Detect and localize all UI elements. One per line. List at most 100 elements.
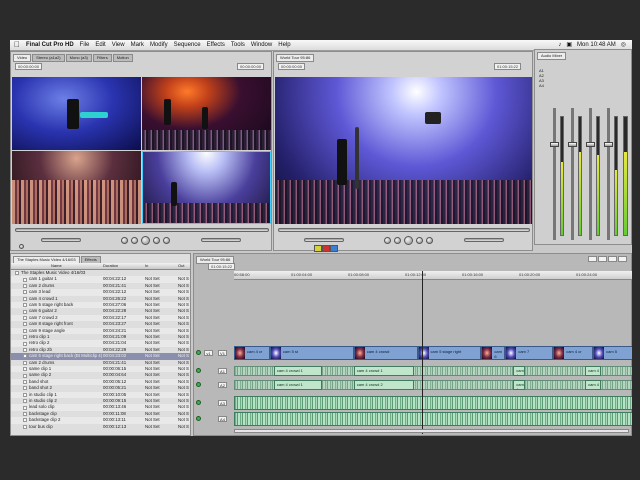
timeline-scrollbar[interactable] [234, 429, 629, 433]
menu-effects[interactable]: Effects [207, 40, 225, 50]
multiclip-angle-2[interactable] [142, 77, 271, 150]
audio-track-a4[interactable]: A4 [539, 83, 544, 88]
audio-clip[interactable]: cam 4 [513, 380, 526, 390]
multiclip-angle-3[interactable] [12, 151, 141, 224]
tab-video[interactable]: Video [13, 54, 32, 62]
mark-in-button[interactable] [19, 244, 24, 249]
video-track-v1[interactable]: cam 4 cr cam 5 st cam 4 crowd cam 5 stage r… [234, 346, 632, 360]
audio-a1-toggle[interactable] [196, 368, 201, 373]
snapping-button[interactable] [588, 256, 597, 262]
fader-track[interactable] [607, 108, 610, 240]
video-clip[interactable]: cam 5 st [269, 346, 354, 360]
fader-knob[interactable] [550, 142, 559, 147]
canvas-current-timecode[interactable]: 01:00:15:22 [494, 63, 522, 70]
audio-track-a2[interactable]: cam 4 crowd 1 cam 4 crowd 2 cam 4 cam 4 [234, 380, 632, 390]
menu-mark[interactable]: Mark [131, 40, 144, 50]
audio-a4-toggle[interactable] [196, 416, 201, 421]
audio-clip[interactable]: cam 4 crowd 1 [273, 366, 322, 376]
column-out[interactable]: Out [178, 263, 184, 269]
canvas-duration-field[interactable]: 00:00:00:00 [278, 63, 306, 70]
tab-canvas-sequence[interactable]: World Tour 95:86 [276, 54, 315, 62]
track-visibility-toggle[interactable] [196, 350, 201, 355]
play-button[interactable] [141, 236, 150, 245]
viewer-current-timecode[interactable]: 00:00:00:00 [237, 63, 265, 70]
canvas-video[interactable] [275, 77, 532, 224]
playhead[interactable] [421, 271, 423, 434]
tab-filters[interactable]: Filters [92, 54, 112, 62]
audio-clip[interactable]: cam 4 [585, 380, 602, 390]
video-clip[interactable]: cam 4 crowd [353, 346, 418, 360]
fader-knob[interactable] [604, 142, 613, 147]
zoom-out-button[interactable] [618, 256, 627, 262]
audio-clip[interactable]: cam 4 crowd 1 [353, 366, 414, 376]
viewer-jog-control[interactable] [201, 238, 241, 242]
audio-clip[interactable]: cam 4 crowd 2 [353, 380, 414, 390]
menu-tools[interactable]: Tools [231, 40, 245, 50]
canvas-next-edit-button[interactable] [426, 237, 433, 244]
menu-file[interactable]: File [80, 40, 90, 50]
next-edit-button[interactable] [163, 237, 170, 244]
audio-a2-toggle[interactable] [196, 382, 201, 387]
video-clip[interactable]: cam 5 stage right [417, 346, 482, 360]
audio-mixer-tab[interactable]: Audio Mixer [537, 52, 567, 60]
tab-mono[interactable]: Mono (a3) [65, 54, 92, 62]
play-around-button[interactable] [153, 237, 160, 244]
audio-track-a3[interactable] [234, 396, 632, 410]
overwrite-edit-button[interactable] [322, 245, 330, 252]
track-label-v1[interactable]: V1 [218, 350, 227, 356]
fader-track[interactable] [553, 108, 556, 240]
audio-track-a1[interactable]: cam 4 crowd 1 cam 4 crowd 1 cam 4 cam 4 [234, 366, 632, 376]
multiclip-angle-1[interactable] [12, 77, 141, 150]
audio-clip[interactable] [234, 412, 632, 426]
canvas-play-button[interactable] [404, 236, 413, 245]
track-label-a2[interactable]: A2 [218, 382, 227, 388]
viewer-shuttle-control[interactable] [41, 238, 81, 242]
fader-knob[interactable] [568, 142, 577, 147]
tab-stereo[interactable]: Stereo (a1a2) [32, 54, 65, 62]
video-clip[interactable]: cam 6 [481, 346, 506, 360]
timeline-current-timecode[interactable]: 01:00:15:22 [208, 263, 236, 270]
column-duration[interactable]: Duration [103, 263, 118, 269]
timeline-ruler[interactable]: 00:58:00 01:00:04:00 01:00:08:00 01:00:12:0… [234, 271, 632, 280]
menu-view[interactable]: View [112, 40, 125, 50]
track-label-a4[interactable]: A4 [218, 416, 227, 422]
canvas-jog-control[interactable] [464, 238, 504, 242]
zoom-in-button[interactable] [608, 256, 617, 262]
audio-track-a4[interactable] [234, 412, 632, 426]
audio-clip[interactable] [234, 396, 632, 410]
fader-track[interactable] [589, 108, 592, 240]
canvas-scrubber[interactable] [278, 228, 530, 232]
viewer-duration-field[interactable]: 00:00:00:00 [15, 63, 43, 70]
browser-row[interactable]: tour bus clip 00:00:12:13 Not Set Not S [11, 424, 190, 430]
menu-window[interactable]: Window [251, 40, 272, 50]
menu-help[interactable]: Help [278, 40, 290, 50]
tab-motion[interactable]: Motion [112, 54, 133, 62]
menu-app[interactable]: Final Cut Pro HD [26, 40, 74, 50]
audio-clip[interactable]: cam 4 [513, 366, 526, 376]
canvas-play-in-out-button[interactable] [394, 237, 401, 244]
canvas-prev-edit-button[interactable] [384, 237, 391, 244]
audio-clip[interactable]: cam 4 [585, 366, 602, 376]
source-control-v1[interactable]: v1 [204, 350, 213, 356]
column-name[interactable]: Name [51, 263, 62, 269]
track-label-a1[interactable]: A1 [218, 368, 227, 374]
fader-knob[interactable] [586, 142, 595, 147]
track-label-a3[interactable]: A3 [218, 400, 227, 406]
menu-edit[interactable]: Edit [95, 40, 105, 50]
video-clip[interactable]: cam 7 [505, 346, 554, 360]
menu-modify[interactable]: Modify [150, 40, 168, 50]
canvas-shuttle-control[interactable] [304, 238, 344, 242]
replace-edit-button[interactable] [330, 245, 338, 252]
viewer-scrubber[interactable] [15, 228, 269, 232]
insert-edit-button[interactable] [314, 245, 322, 252]
multiclip-angle-4[interactable] [142, 151, 271, 224]
video-clip[interactable]: cam 4 cr [553, 346, 594, 360]
audio-a3-toggle[interactable] [196, 400, 201, 405]
canvas-play-around-button[interactable] [416, 237, 423, 244]
linking-button[interactable] [598, 256, 607, 262]
apple-menu-icon[interactable]:  [14, 40, 20, 50]
column-in[interactable]: In [145, 263, 148, 269]
video-clip[interactable]: cam 4 cr [234, 346, 270, 360]
video-clip[interactable]: cam 5 [593, 346, 632, 360]
prev-edit-button[interactable] [121, 237, 128, 244]
